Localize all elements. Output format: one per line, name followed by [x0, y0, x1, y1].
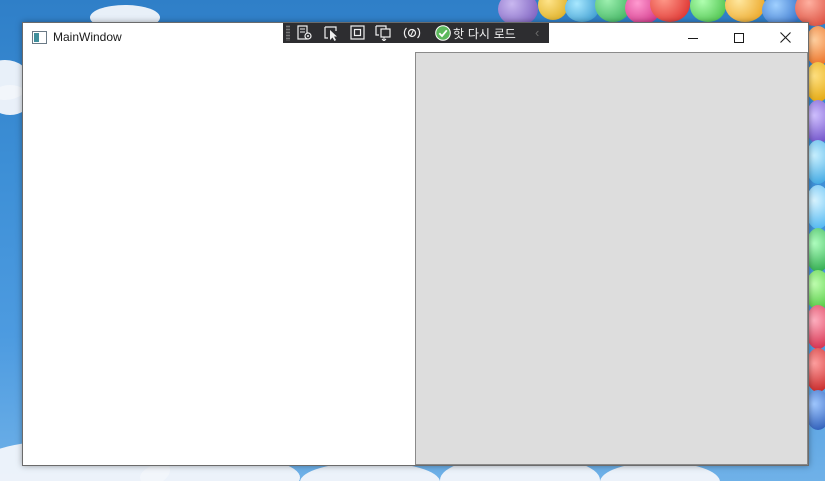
hot-reload-label: 핫 다시 로드: [453, 27, 516, 41]
collapse-toolbar-icon[interactable]: ‹: [535, 25, 545, 41]
toolbar-grip-icon[interactable]: [286, 25, 290, 41]
minimize-button[interactable]: [670, 23, 716, 52]
close-icon: [779, 32, 791, 43]
left-content-panel: [23, 52, 415, 465]
minimize-icon: [688, 38, 698, 39]
maximize-button[interactable]: [716, 23, 762, 52]
wallpaper-balloon: [725, 0, 765, 22]
live-visual-tree-icon[interactable]: [295, 25, 313, 41]
wallpaper-balloon: [538, 0, 568, 20]
wallpaper-balloon: [565, 0, 599, 22]
maximize-icon: [734, 33, 744, 43]
hot-reload-check-icon: [435, 25, 451, 41]
binding-failures-icon[interactable]: [403, 25, 421, 41]
close-button[interactable]: [762, 23, 808, 52]
window-title: MainWindow: [53, 30, 122, 44]
wallpaper-balloon: [690, 0, 726, 22]
display-adorners-icon[interactable]: [349, 25, 367, 41]
xaml-debug-toolbar: 핫 다시 로드 ‹: [283, 23, 549, 43]
main-window: MainWindow 핫 다시 로드 ‹: [22, 22, 809, 466]
right-content-panel: [415, 52, 808, 465]
select-element-icon[interactable]: [323, 25, 341, 41]
track-focus-icon[interactable]: [375, 25, 393, 41]
title-bar[interactable]: MainWindow 핫 다시 로드 ‹: [23, 23, 808, 52]
app-window-icon: [32, 31, 47, 44]
